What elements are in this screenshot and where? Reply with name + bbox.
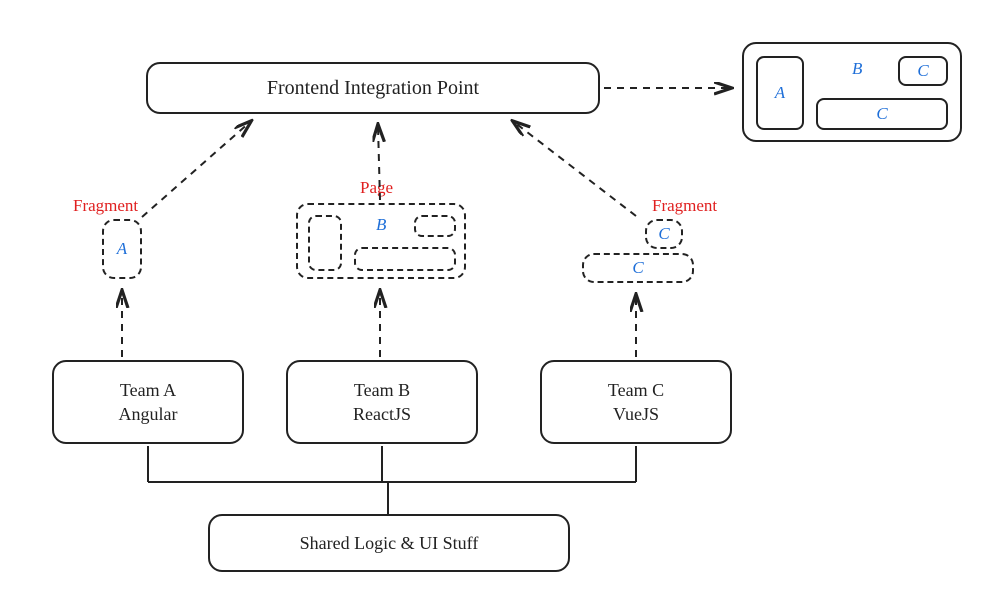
fragment-c-letter-bottom: C (632, 258, 643, 278)
fragment-c-label: Fragment (652, 196, 717, 216)
fragment-a-box: A (102, 219, 142, 279)
page-label: Page (360, 178, 393, 198)
team-b-tech: ReactJS (353, 402, 411, 426)
fragment-a-label: Fragment (73, 196, 138, 216)
team-a-tech: Angular (119, 402, 178, 426)
result-letter-a: A (775, 82, 785, 105)
result-slot-c2: C (816, 98, 948, 130)
integration-title: Frontend Integration Point (267, 75, 479, 102)
page-slot-left (308, 215, 342, 271)
result-letter-c2: C (876, 103, 887, 126)
result-letter-c1: C (917, 60, 928, 83)
fragment-a-letter: A (117, 239, 127, 259)
fragment-c-bottom-box: C (582, 253, 694, 283)
integration-point-box: Frontend Integration Point (146, 62, 600, 114)
fragment-c-letter-top: C (658, 224, 669, 244)
page-box: B (296, 203, 466, 279)
page-slot-bottom (354, 247, 456, 271)
team-b-name: Team B (354, 378, 410, 402)
team-a-box: Team A Angular (52, 360, 244, 444)
page-letter: B (376, 215, 386, 235)
result-slot-a: A (756, 56, 804, 130)
team-b-box: Team B ReactJS (286, 360, 478, 444)
result-slot-c1: C (898, 56, 948, 86)
shared-label: Shared Logic & UI Stuff (300, 531, 479, 555)
result-composite-box: A B C C (742, 42, 962, 142)
team-c-box: Team C VueJS (540, 360, 732, 444)
shared-box: Shared Logic & UI Stuff (208, 514, 570, 572)
team-c-tech: VueJS (613, 402, 659, 426)
team-a-name: Team A (120, 378, 176, 402)
team-c-name: Team C (608, 378, 664, 402)
fragment-c-top-box: C (645, 219, 683, 249)
result-letter-b: B (852, 58, 862, 81)
page-slot-topright (414, 215, 456, 237)
